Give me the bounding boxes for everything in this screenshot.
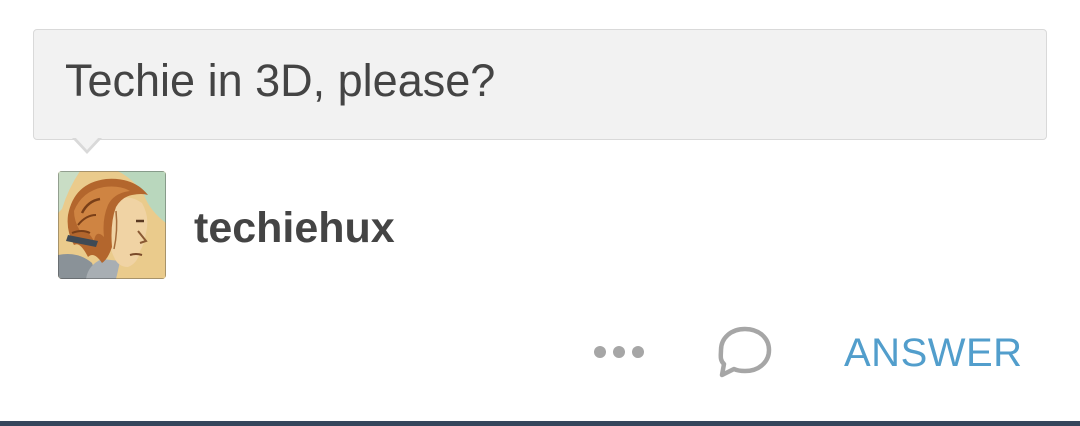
answer-button[interactable]: ANSWER [844,330,1023,376]
dashboard-bottom-bar [0,421,1080,426]
avatar-portrait-icon [58,171,166,279]
ellipsis-icon-dot [613,346,625,358]
ellipsis-icon-dot [594,346,606,358]
question-bubble: Techie in 3D, please? [33,29,1047,140]
ellipsis-icon-dot [632,346,644,358]
speech-bubble-icon [718,326,772,378]
more-options-button[interactable] [586,330,652,374]
question-text: Techie in 3D, please? [65,55,496,106]
reply-button[interactable] [712,323,778,381]
avatar[interactable] [58,171,166,279]
question-bubble-tail [72,136,102,154]
asker-username[interactable]: techiehux [194,202,395,254]
